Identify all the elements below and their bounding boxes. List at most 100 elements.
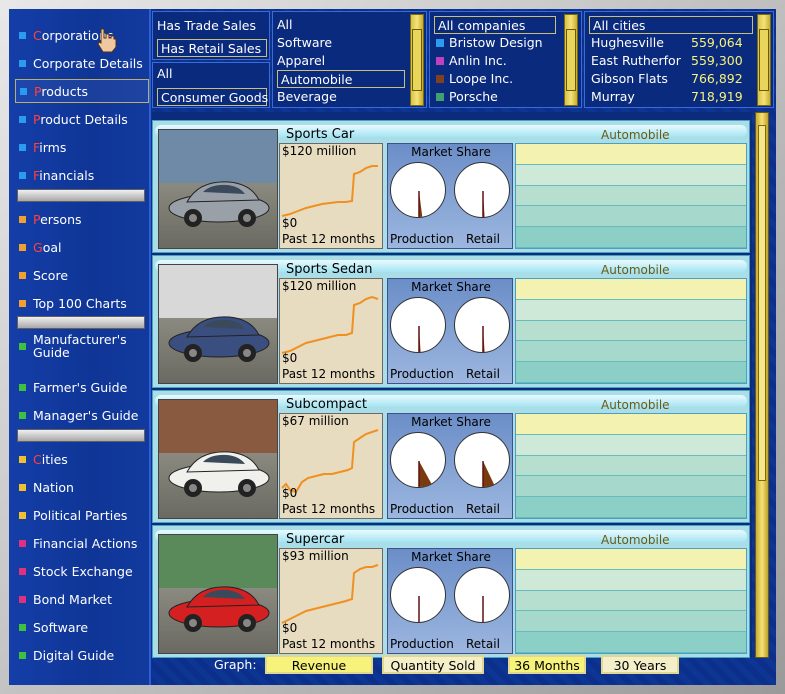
production-gauge	[390, 432, 446, 488]
revenue-max: $120 million	[282, 279, 357, 293]
company-color-icon	[436, 75, 444, 83]
filter-consumer-goods[interactable]: Consumer Goods	[157, 88, 268, 106]
revenue-graph[interactable]: $120 million $0 Past 12 months	[279, 143, 383, 249]
company-item[interactable]: Bristow Design	[436, 34, 543, 52]
production-gauge	[390, 297, 446, 353]
sidebar-item-goal[interactable]: Goal	[15, 235, 149, 259]
sidebar-item-products[interactable]: Products	[15, 79, 149, 103]
sidebar-item-bond-market[interactable]: Bond Market	[15, 587, 149, 611]
city-name[interactable]: Gibson Flats	[591, 70, 668, 88]
company-item[interactable]: Porsche	[436, 88, 498, 106]
market-share-title: Market Share	[411, 550, 491, 564]
product-card[interactable]: Sports Car Automobile $120 million $0 Past 1…	[152, 120, 750, 253]
sidebar-item-manufacturer-s-guide[interactable]: Manufacturer's Guide	[15, 331, 149, 361]
filter-retail-sales[interactable]: Has Retail Sales	[157, 39, 267, 57]
category-item[interactable]: Automobile	[277, 70, 405, 88]
stripe	[516, 455, 746, 477]
car-image-icon	[168, 316, 270, 362]
sidebar-item-label: Financials	[33, 167, 95, 183]
product-photo[interactable]	[158, 534, 278, 654]
market-share-panel[interactable]: Market Share Production Retail	[387, 143, 513, 249]
bullet-icon	[19, 243, 26, 251]
production-gauge	[390, 567, 446, 623]
stripe	[516, 549, 746, 570]
retail-label: Retail	[466, 367, 500, 381]
bullet-icon	[20, 87, 27, 95]
sidebar-item-label: Cities	[33, 451, 68, 467]
car-image-icon	[168, 586, 270, 632]
sidebar-item-political-parties[interactable]: Political Parties	[15, 503, 149, 527]
production-label: Production	[390, 367, 454, 381]
revenue-graph[interactable]: $67 million $0 Past 12 months	[279, 413, 383, 519]
company-list: All companies Bristow Design Anlin Inc. Lo…	[429, 11, 582, 108]
filter-scope-all[interactable]: All	[157, 65, 173, 83]
quantity-sold-button[interactable]: Quantity Sold	[382, 655, 484, 674]
bullet-icon	[19, 455, 26, 463]
category-item[interactable]: Beverage	[277, 88, 337, 106]
sidebar-item-top-100-charts[interactable]: Top 100 Charts	[15, 291, 149, 315]
retail-gauge	[454, 567, 510, 623]
market-share-panel[interactable]: Market Share Production Retail	[387, 278, 513, 384]
company-item[interactable]: Anlin Inc.	[436, 52, 507, 70]
bullet-icon	[19, 411, 26, 419]
product-card[interactable]: Supercar Automobile $93 million $0 Past 12 m…	[152, 525, 750, 658]
sidebar-item-farmer-s-guide[interactable]: Farmer's Guide	[15, 375, 149, 399]
companies-header[interactable]: All companies	[434, 16, 556, 34]
sidebar-item-label: Stock Exchange	[33, 563, 133, 579]
product-card[interactable]: Sports Sedan Automobile $120 million $0 Past…	[152, 255, 750, 388]
sidebar-item-label: Manufacturer's Guide	[33, 332, 127, 360]
car-image-icon	[168, 451, 270, 497]
product-card[interactable]: Subcompact Automobile $67 million $0 Past 12…	[152, 390, 750, 523]
revenue-period: Past 12 months	[282, 367, 376, 381]
product-photo[interactable]	[158, 129, 278, 249]
30-years-button[interactable]: 30 Years	[601, 655, 679, 674]
company-scrollbar[interactable]	[564, 14, 578, 106]
stripe	[516, 632, 746, 653]
stripe	[516, 341, 746, 363]
company-item[interactable]: Loope Inc.	[436, 70, 513, 88]
market-share-panel[interactable]: Market Share Production Retail	[387, 548, 513, 654]
category-item[interactable]: All	[277, 16, 293, 34]
city-name[interactable]: Hughesville	[591, 34, 664, 52]
stripe	[516, 611, 746, 633]
sidebar-item-product-details[interactable]: Product Details	[15, 107, 149, 131]
scroll-thumb[interactable]	[758, 125, 766, 481]
sidebar-item-corporations[interactable]: Corporations	[15, 23, 149, 47]
revenue-button[interactable]: Revenue	[265, 655, 373, 674]
market-share-panel[interactable]: Market Share Production Retail	[387, 413, 513, 519]
sidebar-item-score[interactable]: Score	[15, 263, 149, 287]
sidebar-item-digital-guide[interactable]: Digital Guide	[15, 643, 149, 667]
details-stripes	[515, 143, 747, 249]
sidebar-item-label: Products	[34, 83, 88, 99]
city-scrollbar[interactable]	[757, 14, 771, 106]
game-window: Corporations Corporate Details Products Pro…	[9, 9, 776, 685]
cities-header[interactable]: All cities	[589, 16, 753, 34]
city-name[interactable]: Murray	[591, 88, 635, 106]
sidebar-item-nation[interactable]: Nation	[15, 475, 149, 499]
sidebar-item-stock-exchange[interactable]: Stock Exchange	[15, 559, 149, 583]
sidebar-item-corporate-details[interactable]: Corporate Details	[15, 51, 149, 75]
revenue-graph[interactable]: $93 million $0 Past 12 months	[279, 548, 383, 654]
product-name: Supercar	[286, 532, 345, 547]
sidebar-item-financial-actions[interactable]: Financial Actions	[15, 531, 149, 555]
filter-trade-sales[interactable]: Has Trade Sales	[157, 17, 256, 35]
bullet-icon	[19, 271, 26, 279]
bullet-icon	[19, 623, 26, 631]
category-item[interactable]: Apparel	[277, 52, 325, 70]
sidebar-item-firms[interactable]: Firms	[15, 135, 149, 159]
sidebar-item-financials[interactable]: Financials	[15, 163, 149, 187]
sidebar-item-label: Score	[33, 267, 69, 283]
revenue-graph[interactable]: $120 million $0 Past 12 months	[279, 278, 383, 384]
category-scrollbar[interactable]	[410, 14, 424, 106]
sidebar-item-persons[interactable]: Persons	[15, 207, 149, 231]
product-photo[interactable]	[158, 399, 278, 519]
sidebar-item-cities[interactable]: Cities	[15, 447, 149, 471]
sidebar-item-software[interactable]: Software	[15, 615, 149, 639]
city-name[interactable]: East Rutherfor	[591, 52, 681, 70]
product-photo[interactable]	[158, 264, 278, 384]
sidebar-item-manager-s-guide[interactable]: Manager's Guide	[15, 403, 149, 427]
product-list-scrollbar[interactable]	[755, 112, 769, 658]
36-months-button[interactable]: 36 Months	[508, 655, 586, 674]
revenue-period: Past 12 months	[282, 637, 376, 651]
category-item[interactable]: Software	[277, 34, 332, 52]
